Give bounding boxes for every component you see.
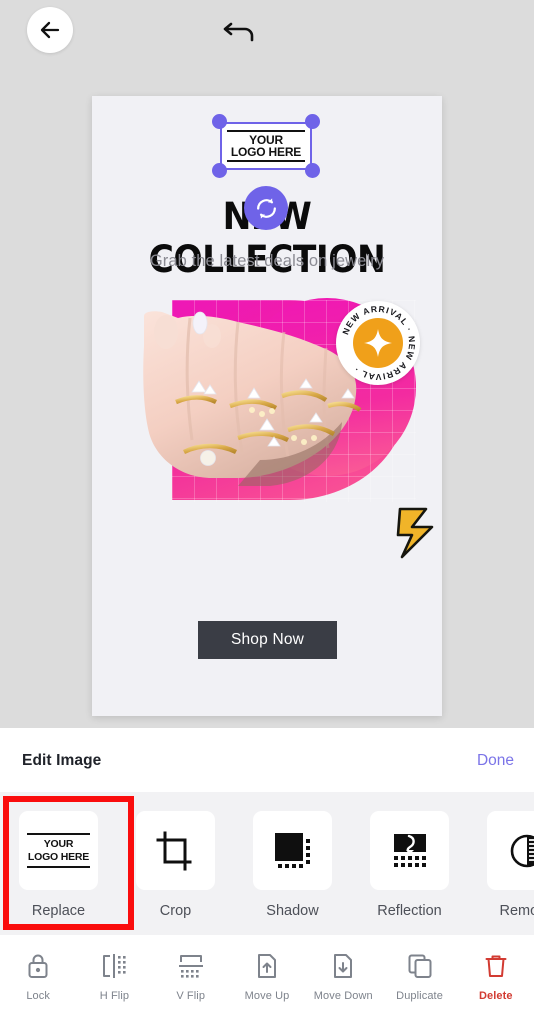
edit-image-sheet: Edit Image Done YOUR LOGO HERE Replace C…	[0, 728, 534, 1024]
action-label-h-flip: H Flip	[99, 990, 130, 1002]
tool-strip[interactable]: YOUR LOGO HERE Replace Crop Shadow Refle…	[0, 792, 534, 935]
tool-label-crop: Crop	[159, 903, 192, 919]
logo-rule-bottom	[227, 160, 305, 162]
shadow-icon	[274, 832, 310, 868]
tool-label-reflection: Reflection	[377, 903, 442, 919]
page-title: Edit Image	[22, 752, 102, 769]
tool-shadow[interactable]: Shadow	[234, 811, 351, 919]
selected-logo-element[interactable]: YOUR LOGO HERE	[212, 114, 320, 178]
resize-handle-top-left[interactable]	[212, 114, 227, 129]
four-point-star-icon	[364, 329, 392, 357]
tool-label-remove: Remove	[499, 903, 534, 919]
logo-line-2: LOGO HERE	[230, 145, 302, 159]
rotate-refresh-icon	[256, 197, 276, 219]
tool-label-shadow: Shadow	[266, 903, 319, 919]
product-image[interactable]: NEW ARRIVAL · NEW ARRIVAL ·	[142, 298, 434, 559]
flip-vertical-icon	[178, 955, 203, 978]
tool-remove[interactable]: Remove	[468, 811, 534, 919]
resize-handle-bottom-left[interactable]	[212, 163, 227, 178]
action-label-duplicate: Duplicate	[396, 990, 443, 1002]
crop-icon	[156, 831, 191, 870]
logo-text: YOUR LOGO HERE	[231, 132, 301, 160]
mini-logo-line-2: LOGO HERE	[27, 850, 90, 863]
lightning-bolt-sticker[interactable]	[396, 505, 438, 561]
new-arrival-badge[interactable]: NEW ARRIVAL · NEW ARRIVAL ·	[336, 301, 420, 385]
flip-horizontal-icon	[103, 954, 127, 978]
replace-logo-icon: YOUR LOGO HERE	[19, 811, 98, 890]
tool-crop[interactable]: Crop	[117, 811, 234, 919]
action-label-lock: Lock	[26, 990, 50, 1002]
remove-contrast-icon	[510, 834, 534, 867]
tool-reflection[interactable]: Reflection	[351, 811, 468, 919]
resize-handle-top-right[interactable]	[305, 114, 320, 129]
action-v-flip[interactable]: V Flip	[153, 949, 229, 1002]
mini-rule-bottom	[27, 865, 90, 869]
duplicate-icon	[408, 954, 432, 978]
tool-label-replace: Replace	[31, 903, 86, 919]
tool-replace[interactable]: YOUR LOGO HERE Replace	[0, 811, 117, 919]
sheet-header: Edit Image Done	[0, 728, 534, 792]
mini-logo-text: YOUR LOGO HERE	[28, 835, 89, 866]
action-duplicate[interactable]: Duplicate	[381, 949, 457, 1002]
mini-logo-line-1: YOUR	[43, 838, 74, 851]
trash-icon	[485, 955, 507, 977]
action-h-flip[interactable]: H Flip	[76, 949, 152, 1002]
undo-arrow-icon	[223, 22, 254, 42]
lock-icon	[28, 954, 48, 978]
undo-button[interactable]	[216, 8, 264, 50]
action-delete[interactable]: Delete	[458, 949, 534, 1002]
object-action-bar: Lock H Flip V Flip Move Up Move Down Dup…	[0, 935, 534, 1024]
move-up-icon	[257, 954, 276, 978]
action-lock[interactable]: Lock	[0, 949, 76, 1002]
logo-placeholder[interactable]: YOUR LOGO HERE	[220, 122, 312, 170]
action-label-move-up: Move Up	[244, 990, 290, 1002]
rotate-handle-button[interactable]	[244, 186, 288, 230]
action-label-move-down: Move Down	[313, 990, 373, 1002]
shop-now-button[interactable]: Shop Now	[198, 621, 337, 659]
action-label-delete: Delete	[479, 990, 513, 1002]
badge-core	[353, 318, 403, 368]
back-button[interactable]	[27, 7, 73, 53]
move-down-icon	[334, 954, 353, 978]
subheadline-text[interactable]: Grab the latest deals on jewelry	[92, 252, 442, 271]
top-bar	[0, 0, 534, 96]
arrow-left-icon	[40, 21, 60, 39]
action-label-v-flip: V Flip	[176, 990, 206, 1002]
action-move-down[interactable]: Move Down	[305, 949, 381, 1002]
action-move-up[interactable]: Move Up	[229, 949, 305, 1002]
reflection-icon	[393, 833, 426, 867]
resize-handle-bottom-right[interactable]	[305, 163, 320, 178]
done-button[interactable]: Done	[477, 752, 514, 770]
design-canvas[interactable]: NEW COLLECTION Grab the latest deals on …	[92, 96, 442, 716]
